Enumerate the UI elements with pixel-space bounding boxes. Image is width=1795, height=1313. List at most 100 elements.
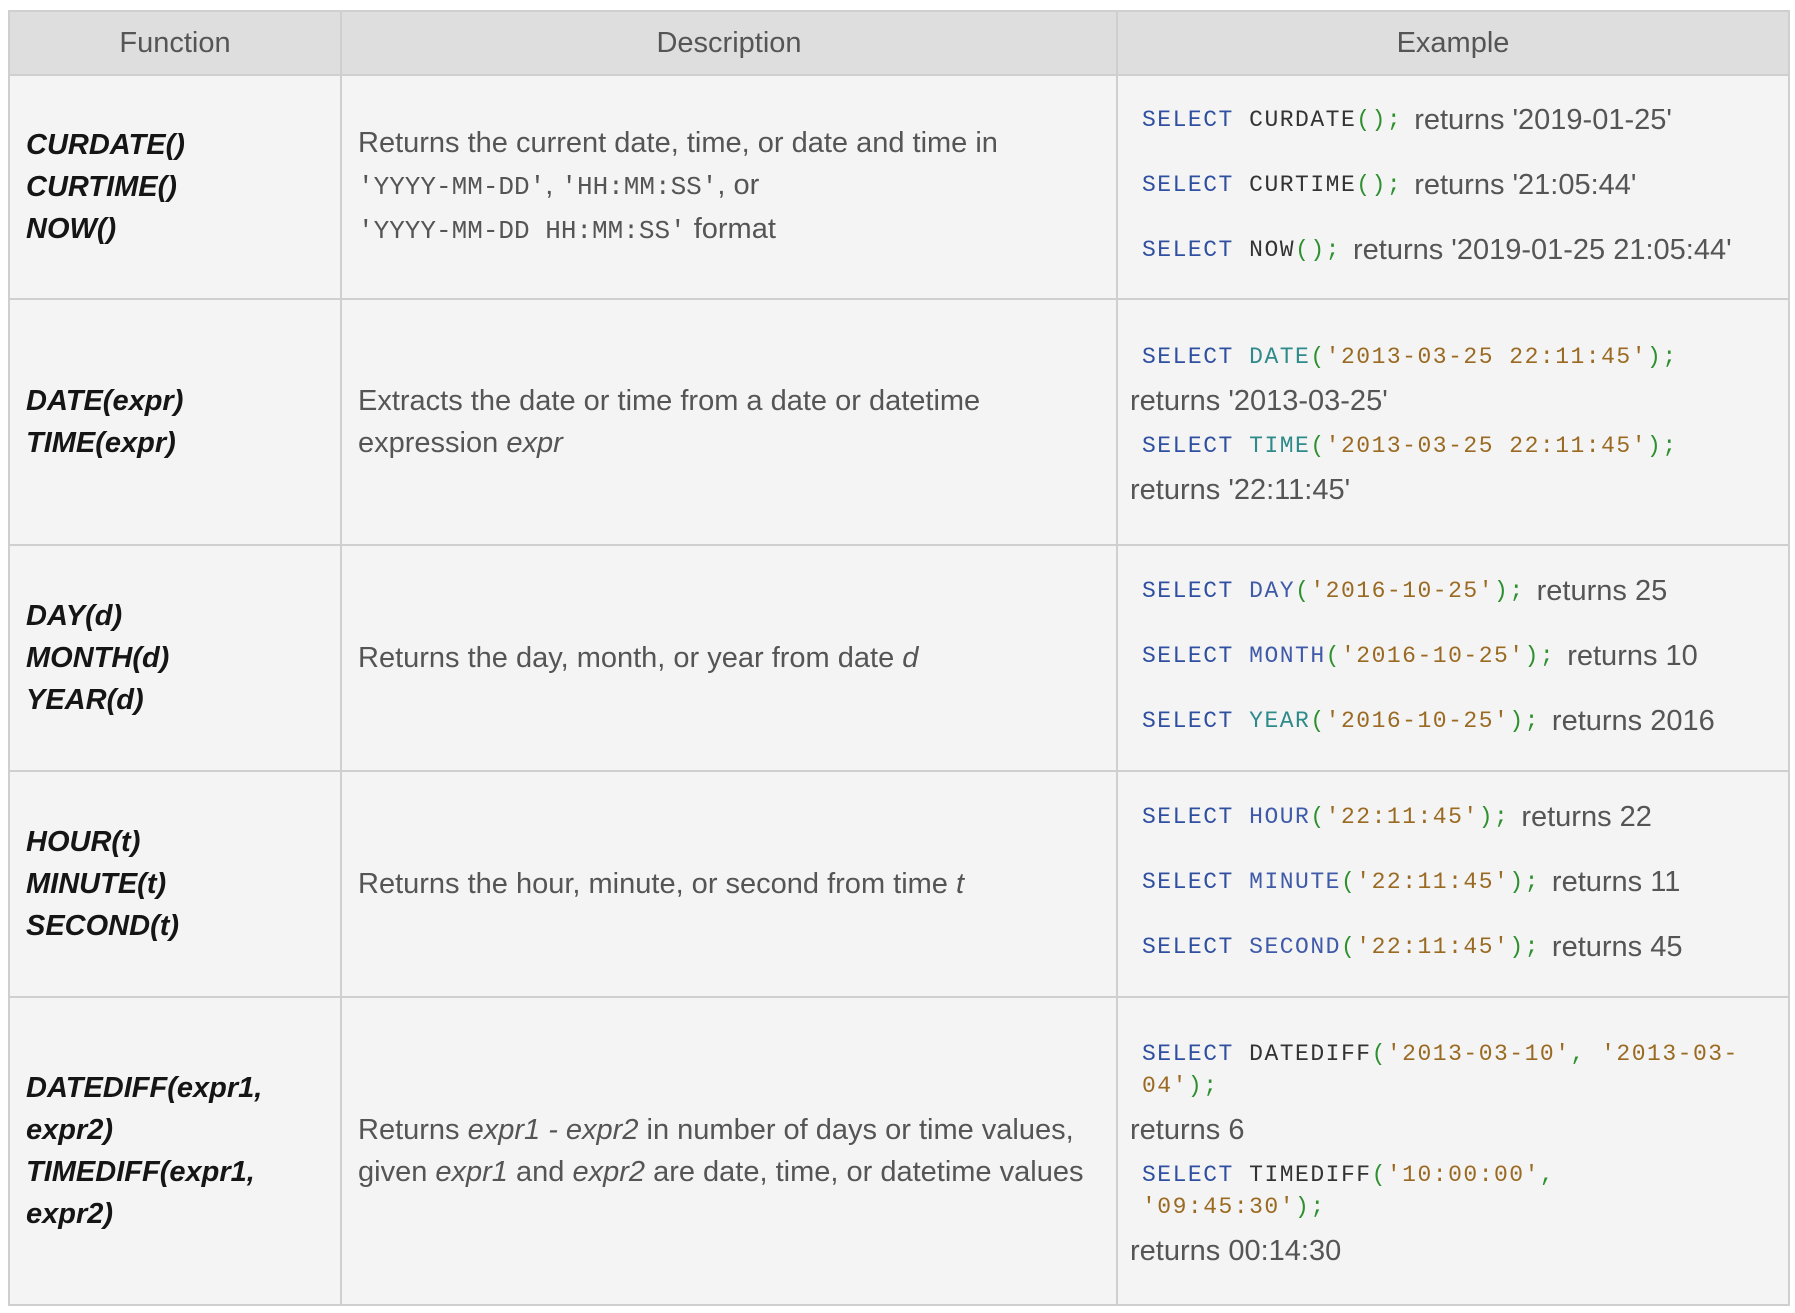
example-result: returns '2019-01-25 21:05:44': [1352, 233, 1732, 266]
example-result: returns 10: [1567, 639, 1698, 672]
example-result: returns '2013-03-25': [1130, 385, 1388, 417]
example-result: returns 45: [1551, 930, 1683, 963]
sql-function: MONTH: [1249, 643, 1326, 669]
sql-punct: (: [1295, 578, 1311, 604]
function-cell: DATEDIFF(expr1, expr2) TIMEDIFF(expr1, e…: [8, 996, 342, 1306]
table-row: CURDATE() CURTIME() NOW() Returns the cu…: [8, 74, 1790, 300]
sql-punct: ();: [1295, 237, 1341, 263]
sql-punct: (: [1310, 804, 1326, 830]
description-text: Returns the current date, time, or date …: [358, 127, 998, 159]
example-result: returns '21:05:44': [1414, 168, 1637, 201]
table-row: DATEDIFF(expr1, expr2) TIMEDIFF(expr1, e…: [8, 996, 1790, 1306]
sql-punct: );: [1187, 1073, 1219, 1099]
sql-keyword: SELECT: [1142, 934, 1234, 960]
description-text: are date, time, or datetime values: [653, 1156, 1084, 1188]
sql-function: DATEDIFF: [1249, 1041, 1372, 1067]
header-description: Description: [340, 10, 1118, 76]
example-line: SELECT HOUR('22:11:45'); returns 22: [1130, 785, 1776, 850]
description-text: and: [516, 1156, 565, 1188]
sql-function: DATE: [1249, 344, 1311, 370]
function-name: YEAR(d): [26, 684, 144, 716]
sql-punct: ();: [1356, 172, 1403, 198]
sql-keyword: SELECT: [1142, 804, 1234, 830]
function-name: NOW(): [26, 213, 117, 245]
sql-function: CURDATE: [1249, 107, 1357, 133]
sql-string: '2013-03-: [1601, 1041, 1739, 1067]
example-code: SELECT DATE('2013-03-25 22:11:45');: [1130, 327, 1776, 385]
description-italic: expr1 - expr2: [467, 1114, 639, 1146]
example-code: SELECT TIMEDIFF('10:00:00', '09:45:30');: [1130, 1153, 1776, 1235]
sql-function: TIME: [1249, 433, 1311, 459]
example-line: SELECT NOW(); returns '2019-01-25 21:05:…: [1130, 218, 1776, 283]
description-text: Returns the day, month, or year from dat…: [358, 642, 895, 674]
example-line: SELECT SECOND('22:11:45'); returns 45: [1130, 915, 1776, 980]
example-cell: SELECT DAY('2016-10-25'); returns 25 SEL…: [1116, 544, 1790, 772]
function-cell: HOUR(t) MINUTE(t) SECOND(t): [8, 770, 342, 998]
example-line: SELECT YEAR('2016-10-25'); returns 2016: [1130, 689, 1776, 754]
example-line: SELECT CURDATE(); returns '2019-01-25': [1130, 88, 1776, 153]
example-result: returns 6: [1130, 1114, 1245, 1146]
sql-function: MINUTE: [1249, 869, 1341, 895]
function-cell: DAY(d) MONTH(d) YEAR(d): [8, 544, 342, 772]
sql-function: SECOND: [1249, 934, 1341, 960]
table-row: DATE(expr) TIME(expr) Extracts the date …: [8, 298, 1790, 546]
sql-keyword: SELECT: [1142, 237, 1234, 263]
example-result: returns '2019-01-25': [1414, 103, 1672, 136]
sql-keyword: SELECT: [1142, 172, 1234, 198]
sql-function: DAY: [1249, 578, 1296, 604]
sql-punct: );: [1494, 578, 1525, 604]
sql-punct: );: [1509, 708, 1540, 734]
sql-string: '2016-10-25': [1325, 708, 1510, 734]
sql-punct: (: [1340, 934, 1357, 960]
function-name: CURTIME(): [26, 171, 177, 203]
description-cell: Returns expr1 - expr2 in number of days …: [340, 996, 1118, 1306]
sql-punct: (: [1371, 1041, 1387, 1067]
sql-string: '10:00:00': [1386, 1162, 1540, 1188]
sql-string: '2016-10-25': [1310, 578, 1495, 604]
sql-keyword: SELECT: [1142, 433, 1234, 459]
description-cell: Returns the day, month, or year from dat…: [340, 544, 1118, 772]
sql-punct: ,: [1570, 1041, 1602, 1067]
sql-string: '2016-10-25': [1340, 643, 1525, 669]
function-cell: CURDATE() CURTIME() NOW(): [8, 74, 342, 300]
sql-function: TIMEDIFF: [1249, 1162, 1372, 1188]
sql-string: '22:11:45': [1356, 934, 1510, 960]
sql-keyword: SELECT: [1142, 643, 1234, 669]
description-italic: expr2: [572, 1156, 645, 1188]
sql-keyword: SELECT: [1142, 578, 1234, 604]
example-cell: SELECT DATE('2013-03-25 22:11:45'); retu…: [1116, 298, 1790, 546]
sql-string: '2013-03-10': [1386, 1041, 1571, 1067]
function-name: HOUR(t): [26, 826, 141, 858]
function-name: TIMEDIFF(expr1,: [26, 1156, 255, 1188]
description-italic: t: [956, 868, 965, 900]
code-format: 'YYYY-MM-DD HH:MM:SS': [358, 216, 686, 246]
sql-punct: );: [1647, 433, 1678, 459]
sql-punct: );: [1478, 804, 1510, 830]
description-cell: Returns the current date, time, or date …: [340, 74, 1118, 300]
function-cell: DATE(expr) TIME(expr): [8, 298, 342, 546]
sql-string: '2013-03-25 22:11:45': [1325, 433, 1648, 459]
table-row: DAY(d) MONTH(d) YEAR(d) Returns the day,…: [8, 544, 1790, 772]
sql-punct: ();: [1356, 107, 1403, 133]
sql-string: '22:11:45': [1325, 804, 1479, 830]
description-text: Returns the hour, minute, or second from…: [358, 868, 948, 900]
sql-string: '22:11:45': [1356, 869, 1510, 895]
example-result: returns 25: [1536, 574, 1668, 607]
description-text: format: [693, 213, 776, 245]
function-name: DATE(expr): [26, 385, 184, 417]
example-cell: SELECT CURDATE(); returns '2019-01-25' S…: [1116, 74, 1790, 300]
header-function: Function: [8, 10, 342, 76]
sql-punct: (: [1310, 433, 1326, 459]
sql-punct: (: [1325, 643, 1341, 669]
sql-punct: );: [1509, 934, 1540, 960]
function-name: expr2): [26, 1114, 114, 1146]
description-text: Returns: [358, 1114, 460, 1146]
example-result: returns '22:11:45': [1130, 474, 1351, 506]
description-text: Extracts the date or time from a date or…: [358, 385, 981, 459]
function-name: DATEDIFF(expr1,: [26, 1072, 263, 1104]
separator: ,: [545, 169, 554, 201]
sql-function: YEAR: [1249, 708, 1311, 734]
header-row: Function Description Example: [8, 10, 1790, 76]
description-italic: expr: [506, 427, 563, 459]
description-italic: d: [902, 642, 919, 674]
